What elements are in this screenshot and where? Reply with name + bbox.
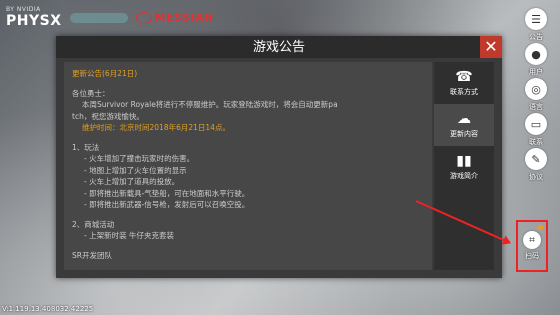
- physx-label: PHYSX: [6, 13, 62, 29]
- rail-label: 用户: [529, 68, 543, 76]
- intro-line-2: tch，祝您游戏愉快。: [72, 111, 144, 121]
- section-2-item: - 上架新时装 牛仔夹克套装: [84, 231, 174, 240]
- section-2-title: 2、商城活动: [72, 219, 115, 229]
- announcement-content[interactable]: 更新公告(6月21日) 各位勇士： 本周Survivor Royale将进行不停…: [64, 62, 432, 270]
- notice-icon: ☰: [525, 8, 547, 30]
- tab-contact[interactable]: ☎ 联系方式: [434, 62, 494, 104]
- scan-button[interactable]: ⌗ 扫码: [516, 220, 548, 272]
- physx-sub-label: BY NVIDIA: [6, 6, 41, 13]
- rail-item-contact[interactable]: ▭ 联系: [516, 113, 556, 148]
- globe-icon: ◎: [525, 78, 547, 100]
- rail-label: 语言: [529, 103, 543, 111]
- section-1-item: - 即将推出新载具-气垫船，可在地面和水平行驶。: [84, 188, 250, 198]
- rail-label: 联系: [529, 138, 543, 146]
- messiah-logo: MESSIAH: [135, 11, 214, 24]
- section-1-item: - 火车增加了撞击玩家时的伤害。: [84, 154, 195, 163]
- intro-line-1: 本周Survivor Royale将进行不停服维护。玩家登陆游戏时，将会自动更新…: [82, 100, 338, 109]
- signature: SR开发团队: [72, 250, 112, 260]
- announcement-dialog: 游戏公告 ✕ 更新公告(6月21日) 各位勇士： 本周Survivor Roya…: [56, 36, 502, 278]
- section-1-title: 1、玩法: [72, 142, 100, 152]
- rail-label: 协议: [529, 173, 543, 181]
- rail-item-user[interactable]: ● 用户: [516, 43, 556, 78]
- greeting: 各位勇士：: [72, 88, 110, 98]
- tab-update-content-label: 更新内容: [450, 130, 478, 138]
- pen-icon: ✎: [525, 148, 547, 170]
- scan-icon: ⌗: [523, 231, 541, 249]
- monitor-icon: ▭: [525, 113, 547, 135]
- rail-item-notice[interactable]: ☰ 公告: [516, 8, 556, 43]
- rail-item-language[interactable]: ◎ 语言: [516, 78, 556, 113]
- right-rail: ☰ 公告 ● 用户 ◎ 语言 ▭ 联系 ✎ 协议: [516, 8, 556, 183]
- brand-bar: BY NVIDIA PHYSX MESSIAH: [6, 6, 214, 29]
- section-1-item: - 即将推出新武器-信号枪，发射后可以召唤空投。: [84, 200, 250, 209]
- scan-label: 扫码: [525, 252, 539, 260]
- partner-logo: [69, 12, 128, 23]
- notification-dot: [538, 225, 543, 230]
- section-1-item: - 火车上增加了道具的投放。: [84, 177, 180, 186]
- cloud-download-icon: ☁: [457, 111, 471, 127]
- dialog-body: 更新公告(6月21日) 各位勇士： 本周Survivor Royale将进行不停…: [64, 62, 494, 270]
- user-icon: ●: [525, 43, 547, 65]
- section-1-item: - 地图上增加了火车位置的显示: [84, 165, 187, 175]
- rail-item-agreement[interactable]: ✎ 协议: [516, 148, 556, 183]
- messiah-emblem-icon: [135, 12, 152, 24]
- update-header: 更新公告(6月21日): [72, 69, 138, 78]
- dialog-title: 游戏公告: [252, 40, 305, 55]
- close-button[interactable]: ✕: [480, 36, 502, 58]
- book-icon: ▮▮: [456, 153, 472, 169]
- dialog-header: 游戏公告 ✕: [56, 36, 502, 58]
- physx-logo: BY NVIDIA PHYSX: [6, 6, 62, 29]
- rail-label: 公告: [529, 33, 543, 41]
- tab-game-intro-label: 游戏简介: [450, 172, 478, 180]
- dialog-side-tabs: ☎ 联系方式 ☁ 更新内容 ▮▮ 游戏简介: [434, 62, 494, 270]
- tab-update-content[interactable]: ☁ 更新内容: [434, 104, 494, 146]
- messiah-label: MESSIAH: [154, 11, 214, 24]
- maintenance-time: 维护时间：北京时间2018年6月21日14点。: [82, 123, 230, 132]
- phone-book-icon: ☎: [455, 69, 473, 85]
- version-label: V:1.119.13.408032.42225: [2, 305, 94, 313]
- tab-contact-label: 联系方式: [450, 88, 478, 96]
- tab-game-intro[interactable]: ▮▮ 游戏简介: [434, 146, 494, 188]
